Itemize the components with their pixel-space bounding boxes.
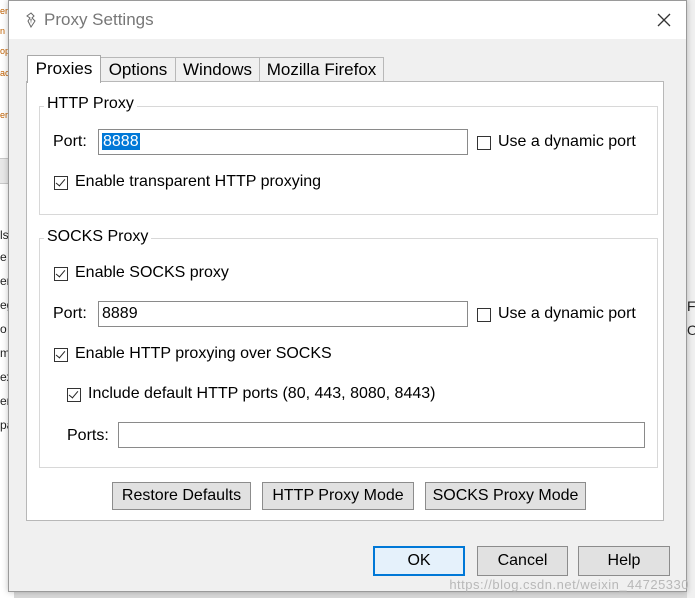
cancel-button[interactable]: Cancel	[477, 546, 568, 576]
socks-port-label: Port:	[53, 305, 87, 322]
background-text: er	[0, 110, 9, 120]
tab-mozilla-firefox[interactable]: Mozilla Firefox	[259, 57, 384, 81]
socks-ports-label: Ports:	[67, 427, 109, 444]
background-window-right: F( Oi	[687, 0, 695, 598]
http-over-socks-checkbox[interactable]	[54, 348, 68, 362]
title-bar: Proxy Settings	[9, 1, 686, 39]
app-icon	[26, 12, 36, 28]
enable-socks-checkbox[interactable]	[54, 267, 68, 281]
dialog-title: Proxy Settings	[44, 10, 154, 29]
background-text: o	[0, 322, 7, 336]
tab-options[interactable]: Options	[100, 57, 176, 81]
http-proxy-mode-button[interactable]: HTTP Proxy Mode	[262, 482, 414, 510]
http-dynamic-port-checkbox[interactable]	[477, 136, 491, 150]
socks-ports-input[interactable]	[118, 422, 645, 448]
close-button[interactable]	[650, 7, 678, 33]
watermark: https://blog.csdn.net/weixin_44725330	[449, 577, 689, 592]
http-over-socks-label: Enable HTTP proxying over SOCKS	[75, 345, 332, 362]
background-text: F(	[687, 298, 695, 314]
socks-port-input[interactable]: 8889	[98, 301, 468, 327]
proxies-panel: HTTP Proxy Port: 8888 Use a dynamic port…	[26, 81, 664, 521]
socks-proxy-group-label: SOCKS Proxy	[44, 228, 152, 246]
tab-proxies[interactable]: Proxies	[27, 55, 101, 83]
http-proxy-group	[39, 106, 658, 215]
http-port-label: Port:	[53, 133, 87, 150]
socks-dynamic-port-label: Use a dynamic port	[498, 305, 636, 322]
http-proxy-group-label: HTTP Proxy	[44, 95, 137, 113]
background-text: n	[0, 26, 6, 36]
include-default-ports-label: Include default HTTP ports (80, 443, 808…	[88, 385, 436, 402]
http-dynamic-port-label: Use a dynamic port	[498, 133, 636, 150]
transparent-proxying-label: Enable transparent HTTP proxying	[75, 173, 322, 190]
socks-proxy-mode-button[interactable]: SOCKS Proxy Mode	[425, 482, 586, 510]
background-text: Oi	[687, 322, 695, 338]
ok-button[interactable]: OK	[373, 546, 465, 576]
http-port-input[interactable]: 8888	[98, 129, 468, 155]
close-icon	[657, 13, 671, 27]
restore-defaults-button[interactable]: Restore Defaults	[112, 482, 251, 510]
enable-socks-label: Enable SOCKS proxy	[75, 264, 229, 281]
proxy-settings-dialog: Proxy Settings Proxies Options Windows M…	[8, 0, 687, 592]
tab-windows[interactable]: Windows	[175, 57, 260, 81]
help-button[interactable]: Help	[578, 546, 670, 576]
include-default-ports-checkbox[interactable]	[67, 388, 81, 402]
background-text: er	[0, 6, 9, 16]
socks-dynamic-port-checkbox[interactable]	[477, 308, 491, 322]
background-text: e	[0, 250, 7, 264]
transparent-proxying-checkbox[interactable]	[54, 176, 68, 190]
